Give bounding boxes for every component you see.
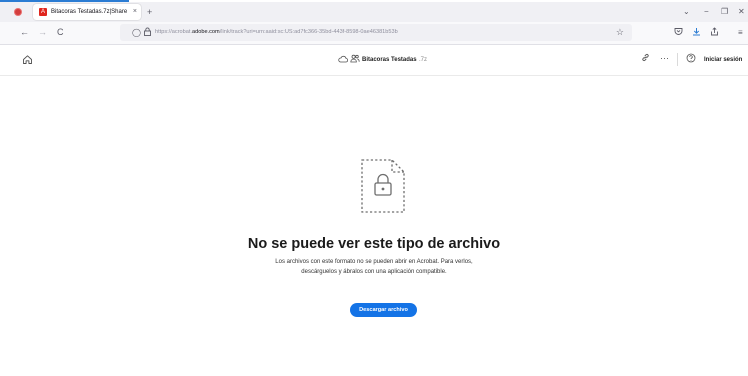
acrobat-icon: A [39,8,47,16]
help-icon[interactable] [686,53,696,67]
url-domain: adobe.com [192,29,220,35]
minimize-button[interactable]: − [704,6,709,18]
navigation-bar: ← → C ◯ https://acrobat.adobe.com/link/t… [0,22,748,45]
document-extension: .7z [419,57,428,63]
close-window-button[interactable]: ✕ [738,6,745,18]
error-heading: No se puede ver este tipo de archivo [247,236,501,252]
shield-icon[interactable]: ◯ [132,27,141,38]
home-icon[interactable] [22,54,33,69]
tab-strip: A Bitacoras Testadas.7z|Shared × + ⌄ − ❐… [0,2,748,22]
cloud-icon [338,54,349,66]
list-all-tabs-icon[interactable]: ⌄ [683,6,690,18]
new-tab-button[interactable]: + [147,6,152,18]
pocket-icon[interactable] [674,27,683,39]
back-button[interactable]: ← [20,26,29,39]
share-icon[interactable] [710,27,719,39]
link-icon[interactable] [641,53,650,65]
download-icon[interactable] [692,27,701,39]
firefox-logo-icon [15,9,21,15]
star-icon[interactable]: ☆ [616,27,624,38]
lock-icon[interactable] [144,27,151,39]
sign-in-button[interactable]: Iniciar sesión [704,55,742,65]
error-message: Los archivos con este formato no se pued… [275,259,473,275]
document-title: Bitacoras Testadas [362,57,417,63]
url-text[interactable]: https://acrobat.adobe.com/link/track?uri… [155,28,398,37]
tab-active[interactable]: A Bitacoras Testadas.7z|Shared × [33,4,141,20]
more-options-icon[interactable]: ··· [660,52,669,64]
tab-title: Bitacoras Testadas.7z|Shared [51,9,127,15]
forward-button[interactable]: → [38,26,47,39]
header-divider [677,53,678,66]
shared-people-icon [350,54,360,67]
menu-icon[interactable]: ≡ [738,27,743,38]
address-bar[interactable]: ◯ https://acrobat.adobe.com/link/track?u… [120,24,632,41]
download-file-button[interactable]: Descargar archivo [350,303,417,317]
reload-button[interactable]: C [57,26,64,39]
unsupported-file-icon [360,158,406,214]
app-header: Bitacoras Testadas .7z ··· Iniciar sesió… [0,45,748,76]
tab-close-icon[interactable]: × [133,7,137,17]
restore-button[interactable]: ❐ [721,6,728,18]
